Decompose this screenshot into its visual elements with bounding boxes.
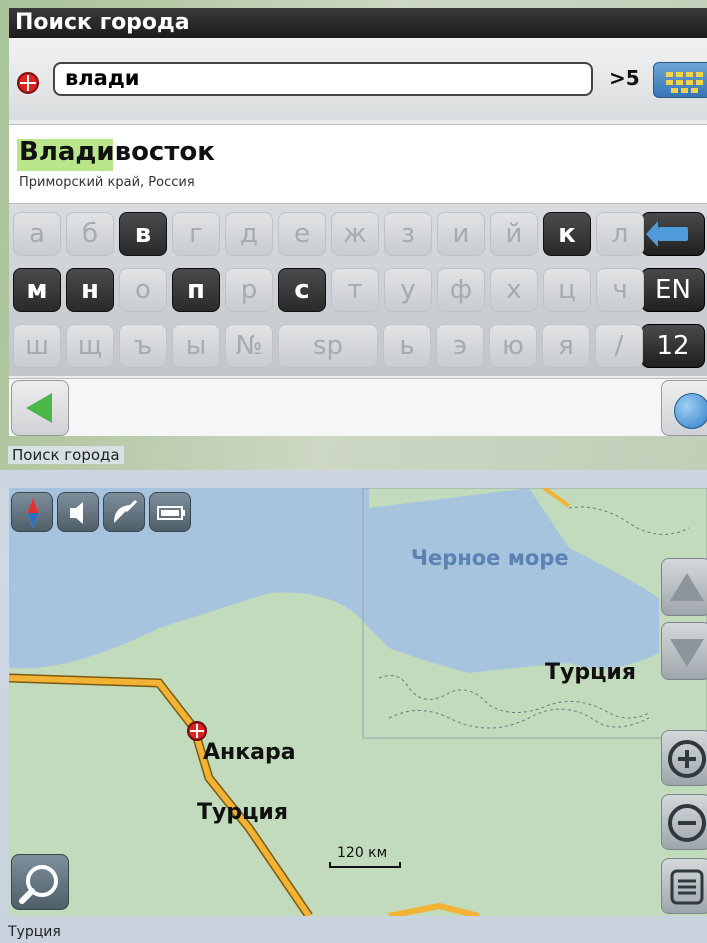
location-marker-icon[interactable] [187, 721, 207, 741]
key-з[interactable]: з [384, 212, 432, 256]
border-line [568, 506, 690, 535]
key-с[interactable]: с [278, 268, 326, 312]
key-х[interactable]: х [490, 268, 538, 312]
scroll-down-button[interactable] [661, 622, 707, 680]
bottom-bar [9, 378, 707, 436]
key-й[interactable]: й [490, 212, 538, 256]
plus-icon [668, 740, 706, 778]
key-п[interactable]: п [172, 268, 220, 312]
sound-button[interactable] [57, 492, 99, 532]
globe-button[interactable] [661, 380, 707, 436]
key-slash[interactable]: / [595, 324, 643, 368]
key-щ[interactable]: щ [66, 324, 114, 368]
key-л[interactable]: л [596, 212, 644, 256]
battery-icon [157, 506, 185, 520]
keyboard-icon[interactable] [653, 62, 707, 98]
key-а[interactable]: а [13, 212, 61, 256]
magnifier-icon [19, 865, 58, 904]
city-search-screen: Поиск города влади >5 Владивосток Примор… [9, 8, 707, 436]
list-item[interactable]: Владивосток Приморский край, Россия [9, 124, 707, 204]
triangle-up-icon [670, 573, 704, 601]
on-screen-keyboard: EN 12 а б в г д е ж з и й к л м н о п р с т у ф х ц ч ш щ ъ ы № sp ь э ю… [9, 204, 707, 376]
compass-icon [27, 498, 39, 528]
zoom-in-button[interactable] [661, 730, 707, 786]
language-key[interactable]: EN [641, 268, 705, 312]
page-title: Поиск города [15, 10, 190, 35]
key-и[interactable]: и [437, 212, 485, 256]
minus-icon [668, 804, 706, 842]
gps-button[interactable] [103, 492, 145, 532]
scale-label: 120 км [337, 845, 388, 861]
key-э[interactable]: э [436, 324, 484, 368]
road [388, 902, 480, 916]
key-в[interactable]: в [119, 212, 167, 256]
key-ж[interactable]: ж [331, 212, 379, 256]
key-г[interactable]: г [172, 212, 220, 256]
satellite-icon [114, 499, 138, 523]
key-м[interactable]: м [13, 268, 61, 312]
key-ф[interactable]: ф [437, 268, 485, 312]
globe-icon [674, 393, 707, 429]
key-ы[interactable]: ы [172, 324, 220, 368]
list-icon [670, 869, 704, 905]
key-ц[interactable]: ц [543, 268, 591, 312]
key-ь[interactable]: ь [383, 324, 431, 368]
scale-bar [329, 862, 401, 868]
map-label-turkey: Турция [197, 800, 288, 825]
key-р[interactable]: р [225, 268, 273, 312]
key-ъ[interactable]: ъ [119, 324, 167, 368]
target-icon[interactable] [17, 72, 39, 94]
key-№[interactable]: № [225, 324, 273, 368]
key-ш[interactable]: ш [13, 324, 61, 368]
result-count: >5 [609, 66, 640, 90]
key-к[interactable]: к [543, 212, 591, 256]
result-region: Приморский край, Россия [19, 175, 195, 190]
key-о[interactable]: о [119, 268, 167, 312]
map-label-ankara: Анкара [203, 740, 296, 765]
speaker-icon [70, 502, 83, 524]
triangle-down-icon [670, 639, 704, 667]
key-н[interactable]: н [66, 268, 114, 312]
border-line [388, 708, 650, 729]
result-city-name: Владивосток [19, 137, 215, 167]
search-row: влади >5 [9, 38, 707, 120]
map-screen: Черное море Турция Анкара Турция 120 км [9, 488, 707, 916]
key-я[interactable]: я [542, 324, 590, 368]
numbers-key[interactable]: 12 [641, 324, 705, 368]
battery-button[interactable] [149, 492, 191, 532]
zoom-out-button[interactable] [661, 794, 707, 850]
key-у[interactable]: у [384, 268, 432, 312]
title-bar: Поиск города [9, 8, 707, 38]
scroll-up-button[interactable] [661, 558, 707, 616]
search-button[interactable] [11, 854, 69, 910]
key-ю[interactable]: ю [489, 324, 537, 368]
key-д[interactable]: д [225, 212, 273, 256]
caption-top: Поиск города [8, 446, 124, 464]
caption-bottom: Турция [8, 924, 61, 940]
backspace-key[interactable] [641, 212, 705, 256]
map-label-turkey-east: Турция [545, 660, 636, 685]
key-sp[interactable]: sp [278, 324, 378, 368]
search-input[interactable]: влади [53, 62, 593, 96]
back-button[interactable] [11, 380, 69, 436]
menu-button[interactable] [661, 858, 707, 914]
sea-label: Черное море [411, 546, 569, 570]
road [542, 488, 571, 508]
key-б[interactable]: б [66, 212, 114, 256]
key-т[interactable]: т [331, 268, 379, 312]
compass-button[interactable] [11, 492, 53, 532]
key-ч[interactable]: ч [596, 268, 644, 312]
key-е[interactable]: е [278, 212, 326, 256]
